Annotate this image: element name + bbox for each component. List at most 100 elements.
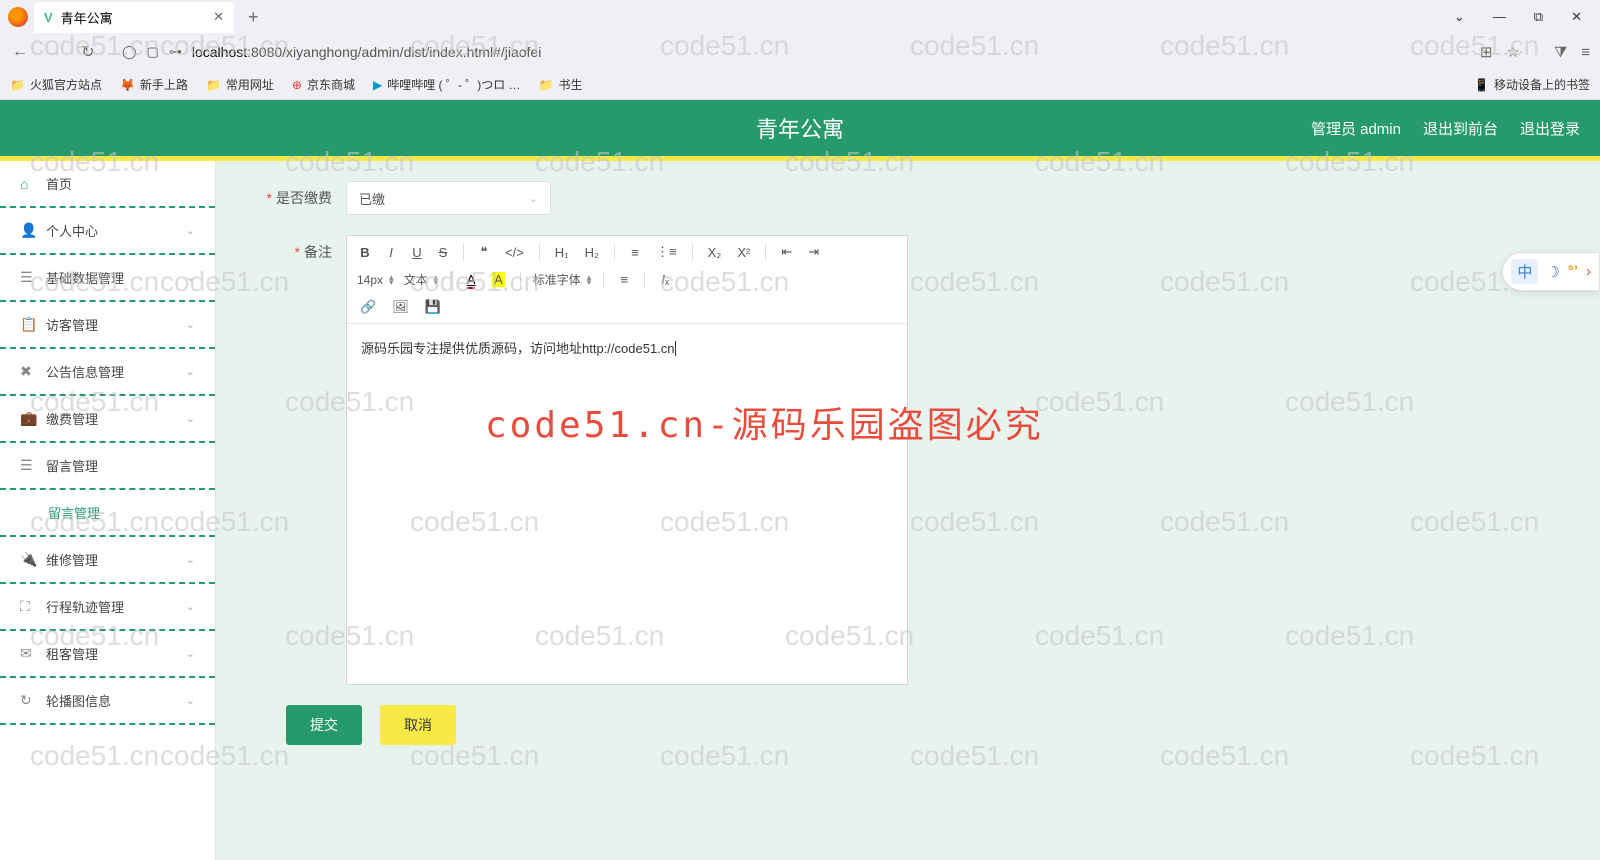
indent-button[interactable]: ⇥	[805, 242, 822, 262]
field-label-remark: *备注	[256, 235, 346, 262]
sidebar-item-tenant[interactable]: ✉租客管理⌄	[0, 631, 215, 678]
ime-lang-button[interactable]: 中	[1511, 259, 1538, 284]
refresh-icon: ↻	[20, 692, 36, 709]
user-icon: 👤	[20, 222, 36, 239]
url-field[interactable]: ◯ ▢ ⊶ localhost:8080/xiyanghong/admin/di…	[112, 40, 1466, 64]
bookmark-item[interactable]: 📁书生	[539, 76, 583, 93]
chevron-down-icon: ⌄	[186, 224, 195, 237]
fontsize-select[interactable]: 14px▴▾	[357, 273, 394, 287]
mobile-bookmarks[interactable]: 📱移动设备上的书签	[1474, 76, 1590, 93]
sidebar-item-track[interactable]: ⛶行程轨迹管理⌄	[0, 584, 215, 631]
tab-bar: V 青年公寓 ✕ + ⌄ — ⧉ ✕	[0, 0, 1600, 34]
logout-button[interactable]: 退出登录	[1520, 118, 1580, 139]
outdent-button[interactable]: ⇤	[778, 242, 795, 262]
chevron-down-icon: ⌄	[186, 365, 195, 378]
expand-arrow-icon[interactable]: ›	[1586, 263, 1591, 280]
chevron-down-icon: ⌄	[529, 192, 538, 205]
connection-icon[interactable]: ⊶	[169, 44, 182, 60]
list-icon: ☰	[20, 457, 36, 474]
quote-button[interactable]: ❝	[476, 242, 492, 262]
app-header: 青年公寓 管理员 admin 退出到前台 退出登录	[0, 100, 1600, 156]
sidebar-item-message[interactable]: ☰留言管理	[0, 443, 215, 490]
editor-textarea[interactable]: 源码乐园专注提供优质源码，访问地址http://code51.cn	[347, 324, 907, 684]
bookmark-item[interactable]: ⊕京东商城	[292, 76, 355, 93]
underline-button[interactable]: U	[409, 243, 425, 262]
ul-button[interactable]: ⋮≡	[653, 242, 680, 262]
ime-widget[interactable]: 中 ☽ °ʼ ›	[1502, 252, 1600, 291]
sidebar-item-payment[interactable]: 💼缴费管理⌄	[0, 396, 215, 443]
new-tab-button[interactable]: +	[240, 7, 267, 28]
browser-tab[interactable]: V 青年公寓 ✕	[34, 2, 234, 33]
cancel-button[interactable]: 取消	[380, 705, 456, 745]
superscript-button[interactable]: X²	[734, 243, 753, 262]
chevron-down-icon: ⌄	[186, 694, 195, 707]
sidebar-item-basedata[interactable]: ☰基础数据管理⌄	[0, 255, 215, 302]
sidebar-item-repair[interactable]: 🔌维修管理⌄	[0, 537, 215, 584]
window-controls: ⌄ — ⧉ ✕	[1454, 9, 1600, 25]
bgcolor-button[interactable]: A	[489, 270, 508, 289]
paid-select[interactable]: 已缴 ⌄	[346, 181, 551, 215]
nav-back-icon[interactable]: ←	[10, 43, 30, 61]
ol-button[interactable]: ≡	[627, 243, 643, 262]
address-bar: ← → ↻ ◯ ▢ ⊶ localhost:8080/xiyanghong/ad…	[0, 34, 1600, 70]
sidebar-subitem-message[interactable]: 留言管理	[0, 490, 215, 537]
chevron-down-icon: ⌄	[186, 412, 195, 425]
sidebar-item-carousel[interactable]: ↻轮播图信息⌄	[0, 678, 215, 725]
fontfamily-select[interactable]: 标准字体▴▾	[533, 271, 592, 288]
submit-button[interactable]: 提交	[286, 705, 362, 745]
button-row: 提交 取消	[286, 705, 1560, 745]
qr-icon[interactable]: ⊞	[1480, 43, 1493, 61]
expand-icon: ⛶	[20, 598, 36, 615]
bookmark-star-icon[interactable]: ☆	[1506, 43, 1519, 61]
quote-icon[interactable]: °ʼ	[1568, 263, 1578, 280]
subscript-button[interactable]: X₂	[705, 243, 725, 262]
h2-button[interactable]: H₂	[582, 243, 602, 262]
firefox-icon: 🦊	[120, 78, 135, 92]
chevron-down-icon: ⌄	[186, 553, 195, 566]
folder-icon: 📁	[206, 78, 221, 92]
sidebar: ⌂首页 👤个人中心⌄ ☰基础数据管理⌄ 📋访客管理⌄ ✖公告信息管理⌄ 💼缴费管…	[0, 161, 216, 860]
h1-button[interactable]: H₁	[552, 243, 572, 262]
vue-icon: V	[44, 10, 53, 25]
window-minimize-icon[interactable]: —	[1493, 9, 1506, 25]
style-select[interactable]: 文本▴▾	[404, 271, 439, 288]
jd-icon: ⊕	[292, 78, 302, 92]
bookmark-item[interactable]: 📁常用网址	[206, 76, 274, 93]
window-maximize-icon[interactable]: ⧉	[1534, 9, 1543, 25]
extensions-icon[interactable]: ⧩	[1554, 44, 1567, 61]
rich-text-editor: B I U S ❝ </> H₁ H₂ ≡ ⋮≡ X₂	[346, 235, 908, 685]
clearformat-button[interactable]: Iₓ	[657, 270, 673, 289]
editor-toolbar: B I U S ❝ </> H₁ H₂ ≡ ⋮≡ X₂	[347, 236, 907, 324]
textcolor-button[interactable]: A	[463, 270, 479, 289]
form-row-remark: *备注 B I U S ❝ </> H₁ H₂ ≡	[256, 235, 1560, 685]
browser-chrome: V 青年公寓 ✕ + ⌄ — ⧉ ✕ ← → ↻ ◯ ▢ ⊶ localhost…	[0, 0, 1600, 100]
italic-button[interactable]: I	[383, 243, 399, 262]
chevron-down-icon: ⌄	[186, 271, 195, 284]
bookmark-item[interactable]: 📁火狐官方站点	[10, 76, 102, 93]
app-menu-icon[interactable]: ≡	[1581, 44, 1590, 61]
sidebar-item-visitor[interactable]: 📋访客管理⌄	[0, 302, 215, 349]
home-icon: ⌂	[20, 176, 36, 192]
bookmark-item[interactable]: ▶哔哩哔哩 ( ゜- ゜)つロ …	[373, 76, 521, 93]
shield-icon[interactable]: ◯	[122, 44, 137, 60]
save-button[interactable]: 💾	[422, 297, 444, 317]
nav-reload-icon[interactable]: ↻	[78, 42, 98, 62]
back-to-front-button[interactable]: 退出到前台	[1423, 118, 1498, 139]
image-button[interactable]: 🖼	[389, 297, 412, 317]
nav-forward-icon[interactable]: →	[44, 43, 64, 61]
window-close-icon[interactable]: ✕	[1571, 9, 1582, 25]
bookmark-item[interactable]: 🦊新手上路	[120, 76, 188, 93]
tab-close-icon[interactable]: ✕	[213, 9, 224, 25]
strike-button[interactable]: S	[435, 243, 451, 262]
permissions-icon[interactable]: ▢	[147, 44, 159, 60]
align-button[interactable]: ≡	[616, 270, 632, 289]
sidebar-item-home[interactable]: ⌂首页	[0, 161, 215, 208]
window-dropdown-icon[interactable]: ⌄	[1454, 9, 1465, 25]
sidebar-item-profile[interactable]: 👤个人中心⌄	[0, 208, 215, 255]
code-button[interactable]: </>	[502, 243, 527, 262]
sidebar-item-notice[interactable]: ✖公告信息管理⌄	[0, 349, 215, 396]
link-button[interactable]: 🔗	[357, 297, 379, 317]
admin-label[interactable]: 管理员 admin	[1311, 118, 1401, 139]
bold-button[interactable]: B	[357, 243, 373, 262]
moon-icon[interactable]: ☽	[1546, 263, 1559, 281]
